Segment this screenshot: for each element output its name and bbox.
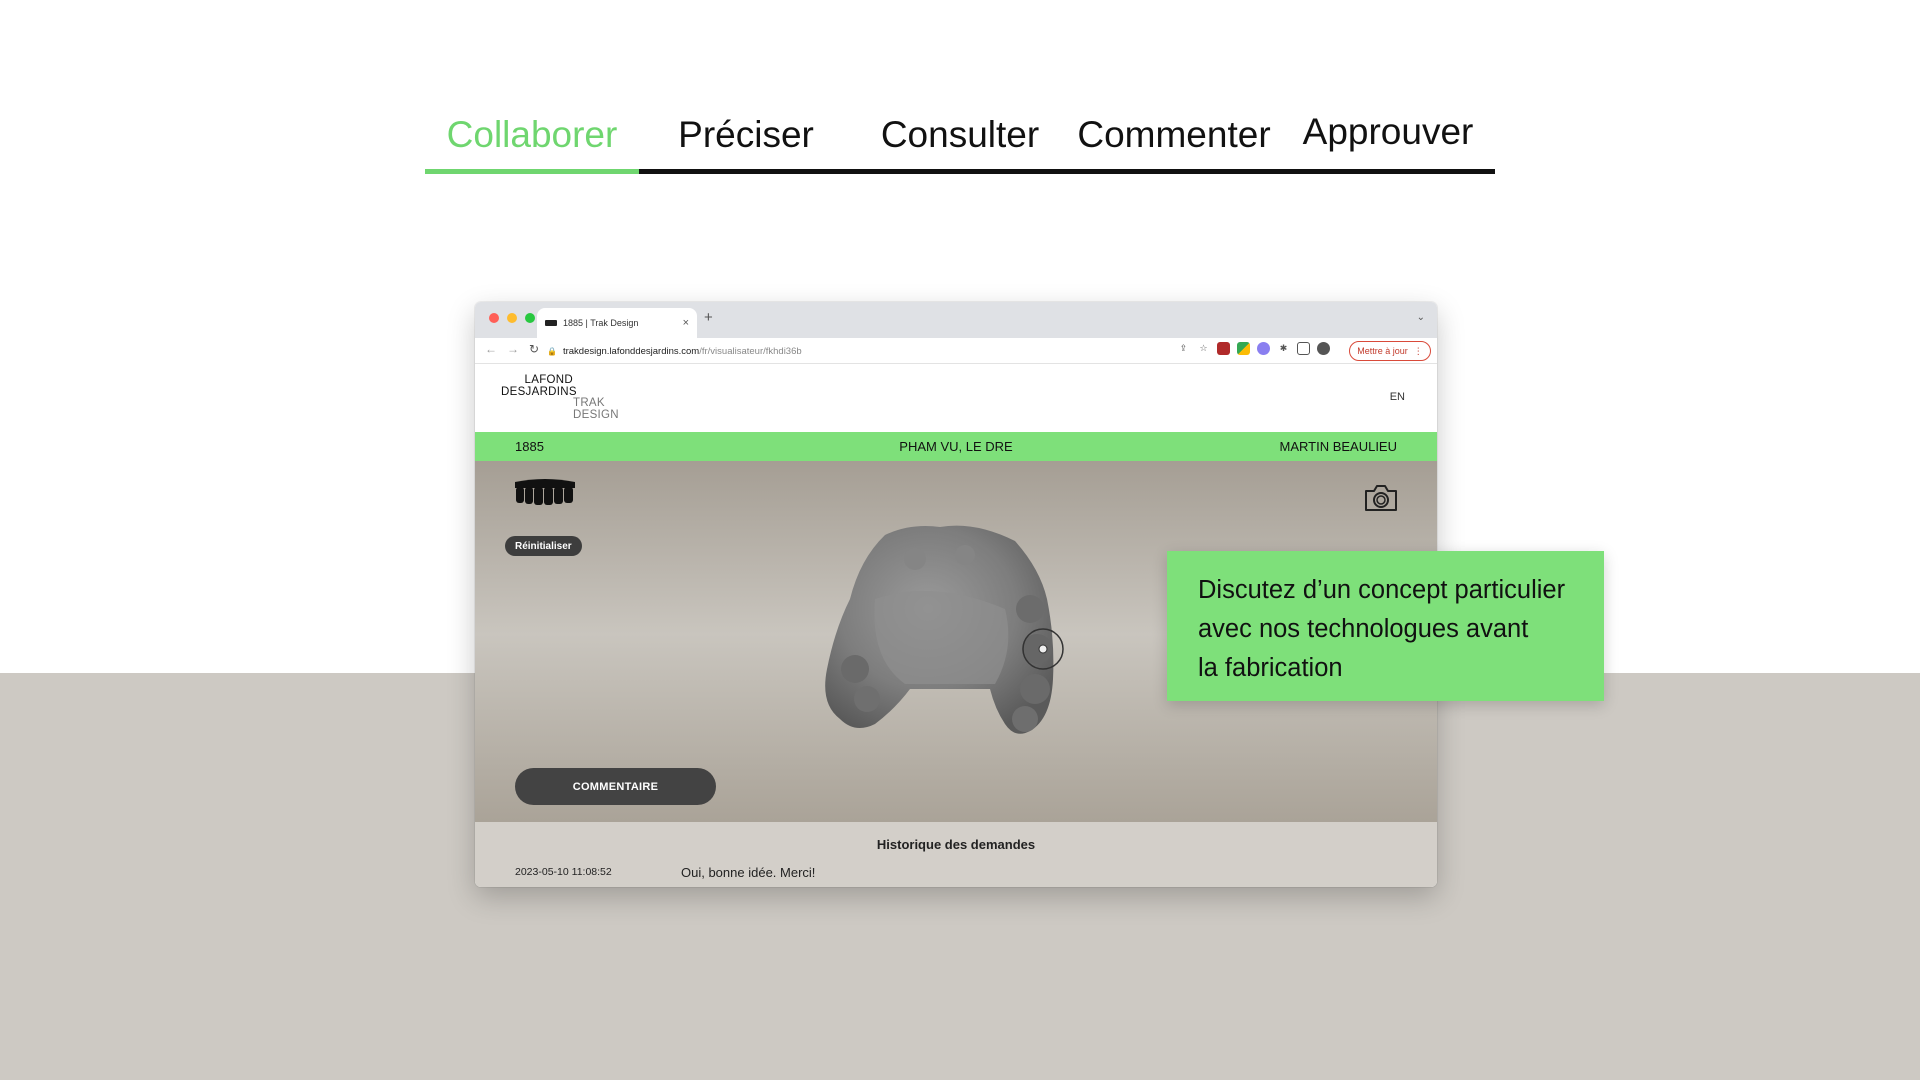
update-button[interactable]: Mettre à jour ⋮	[1349, 341, 1431, 361]
shield-extension-icon[interactable]	[1217, 342, 1230, 355]
feature-tabs: Collaborer Préciser Consulter Commenter …	[425, 110, 1495, 174]
forward-arrow-icon[interactable]: →	[507, 342, 519, 356]
browser-tab[interactable]: 1885 | Trak Design ×	[537, 308, 697, 338]
url-path: /fr/visualisateur/fkhdi36b	[699, 345, 802, 357]
extension-icons: ⇪ ☆ ✱	[1177, 342, 1330, 355]
tab-underline	[639, 169, 853, 174]
case-patient: MARTIN BEAULIEU	[1279, 439, 1397, 454]
feature-callout: Discutez d’un concept particulier avec n…	[1167, 551, 1604, 701]
address-bar[interactable]: 🔒 trakdesign.lafonddesjardins.com/fr/vis…	[547, 341, 1187, 361]
tab-label: Préciser	[678, 114, 814, 155]
minimize-window-icon[interactable]	[507, 313, 517, 323]
close-icon[interactable]: ×	[683, 317, 689, 329]
browser-tab-title: 1885 | Trak Design	[563, 318, 639, 328]
teeth-icon[interactable]	[513, 478, 577, 506]
site-header: LAFOND DESJARDINS TRAK DESIGN EN	[475, 364, 1437, 432]
callout-line: la fabrication	[1198, 654, 1343, 682]
comment-button[interactable]: COMMENTAIRE	[515, 768, 716, 805]
side-panel-icon[interactable]	[1297, 342, 1310, 355]
dental-model-3d[interactable]	[815, 519, 1075, 741]
tab-preciser[interactable]: Préciser	[639, 110, 853, 174]
tab-approuver[interactable]: Approuver	[1281, 110, 1495, 174]
bookmark-star-icon[interactable]: ☆	[1197, 342, 1210, 355]
url-host: trakdesign.lafonddesjardins.com	[562, 345, 700, 357]
history-title: Historique des demandes	[876, 837, 1036, 852]
request-history: Historique des demandes 2023-05-10 11:08…	[475, 822, 1437, 887]
profile-avatar-icon[interactable]	[1317, 342, 1330, 355]
tab-underline	[425, 169, 639, 174]
google-extension-icon[interactable]	[1237, 342, 1250, 355]
callout-line: Discutez d’un concept particulier	[1198, 576, 1566, 604]
camera-icon[interactable]	[1363, 483, 1399, 513]
language-toggle[interactable]: EN	[1390, 391, 1405, 403]
window-controls	[489, 313, 535, 323]
tab-underline	[1281, 169, 1495, 174]
history-date: 2023-05-10 11:08:52	[515, 866, 612, 878]
favicon-icon	[545, 320, 557, 326]
tab-collaborer[interactable]: Collaborer	[425, 110, 639, 174]
lock-icon: 🔒	[547, 346, 557, 356]
tab-label: Approuver	[1302, 111, 1474, 152]
close-window-icon[interactable]	[489, 313, 499, 323]
reload-icon[interactable]: ↻	[529, 342, 539, 356]
browser-titlebar: 1885 | Trak Design × + ⌄	[475, 302, 1437, 338]
back-arrow-icon[interactable]: ←	[485, 342, 497, 356]
history-message: Oui, bonne idée. Merci!	[681, 865, 816, 880]
case-info-bar: 1885 PHAM VU, LE DRE MARTIN BEAULIEU	[475, 432, 1437, 461]
browser-toolbar: ← → ↻ 🔒 trakdesign.lafonddesjardins.com /…	[475, 338, 1437, 364]
tab-underline	[853, 169, 1067, 174]
share-icon[interactable]: ⇪	[1177, 342, 1190, 355]
callout-line: avec nos technologues avant	[1198, 615, 1529, 643]
tab-consulter[interactable]: Consulter	[853, 110, 1067, 174]
logo-lafond-desjardins[interactable]: LAFOND DESJARDINS	[501, 374, 577, 398]
reset-button[interactable]: Réinitialiser	[505, 536, 582, 556]
maximize-window-icon[interactable]	[525, 313, 535, 323]
chevron-down-icon[interactable]: ⌄	[1417, 312, 1425, 323]
update-label: Mettre à jour	[1357, 346, 1408, 356]
tab-underline	[1067, 169, 1281, 174]
more-vertical-icon: ⋮	[1413, 345, 1423, 356]
nav-buttons: ← → ↻	[485, 342, 539, 356]
puzzle-extensions-icon[interactable]: ✱	[1277, 342, 1290, 355]
tab-label: Consulter	[880, 114, 1040, 155]
tab-commenter[interactable]: Commenter	[1067, 110, 1281, 174]
purple-extension-icon[interactable]	[1257, 342, 1270, 355]
new-tab-icon[interactable]: +	[704, 309, 713, 326]
logo-trak-design: TRAK DESIGN	[573, 397, 619, 421]
tab-label: Commenter	[1077, 114, 1271, 155]
tab-label: Collaborer	[446, 114, 618, 155]
